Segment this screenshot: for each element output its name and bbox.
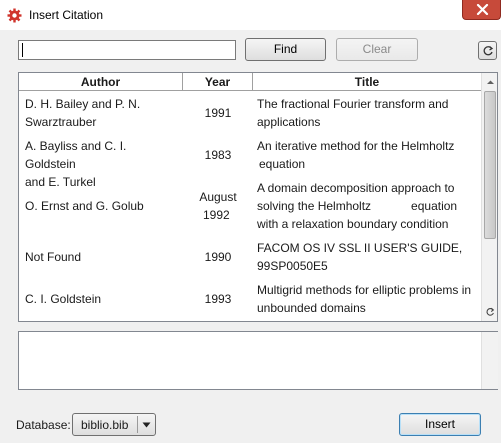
select-divider xyxy=(137,416,138,433)
author-cell: C. I. Goldstein xyxy=(25,290,180,308)
author-line: D. H. Bailey and P. N. xyxy=(25,97,141,111)
refresh-small-icon xyxy=(486,307,495,316)
author-line: C. I. Goldstein xyxy=(25,292,102,306)
table-scrollbar[interactable] xyxy=(481,73,497,321)
table-row[interactable]: D. H. Bailey and P. N. Swarztrauber 1991… xyxy=(19,94,481,132)
year-line: 1993 xyxy=(204,292,232,306)
title-bar: Insert Citation xyxy=(0,0,501,30)
author-line: Swarztrauber xyxy=(25,115,97,129)
scroll-thumb[interactable] xyxy=(484,91,496,239)
year-line: 1991 xyxy=(204,106,232,120)
author-cell: Not Found xyxy=(25,248,180,266)
citation-details-box[interactable] xyxy=(18,331,498,390)
title-line: FACOM OS IV SSL II USER'S GUIDE, xyxy=(257,241,463,255)
text-caret xyxy=(22,43,23,57)
year-line: 1983 xyxy=(204,148,232,162)
title-line: equation xyxy=(259,157,306,171)
table-row[interactable]: O. Ernst and G. Golub August 1992 A doma… xyxy=(19,178,481,234)
year-cell: 1983 xyxy=(185,146,251,164)
author-cell: D. H. Bailey and P. N. Swarztrauber xyxy=(25,95,180,131)
year-line: August xyxy=(199,190,237,204)
year-line: 1992 xyxy=(203,208,230,222)
table-row[interactable]: Not Found 1990 FACOM OS IV SSL II USER'S… xyxy=(19,238,481,276)
title-line: 99SP0050E5 xyxy=(257,259,328,273)
title-line: A domain decomposition approach to xyxy=(257,181,455,195)
database-select[interactable]: biblio.bib xyxy=(72,413,156,436)
scroll-up-icon[interactable] xyxy=(486,78,495,87)
database-label: Database: xyxy=(16,418,71,432)
app-gear-icon xyxy=(7,8,22,23)
title-cell: Multigrid methods for elliptic problems … xyxy=(257,281,479,317)
insert-button[interactable]: Insert xyxy=(399,413,481,436)
year-line: 1990 xyxy=(204,250,232,264)
author-line: O. Ernst and G. Golub xyxy=(25,199,144,213)
search-input[interactable] xyxy=(18,40,236,60)
title-line: An iterative method for the Helmholtz xyxy=(257,139,455,153)
title-cell: A domain decomposition approach to solvi… xyxy=(257,179,479,233)
year-cell: 1993 xyxy=(185,290,251,308)
chevron-down-icon xyxy=(142,422,151,428)
window-title: Insert Citation xyxy=(29,8,104,22)
title-line: solving the Helmholtz equation xyxy=(257,199,458,213)
clear-button[interactable]: Clear xyxy=(336,38,418,61)
title-cell: FACOM OS IV SSL II USER'S GUIDE, 99SP005… xyxy=(257,239,479,275)
column-header-title[interactable]: Title xyxy=(253,73,481,91)
refresh-icon xyxy=(483,45,494,56)
year-cell: 1990 xyxy=(185,248,251,266)
table-refresh-corner[interactable] xyxy=(482,303,497,321)
author-line: Not Found xyxy=(25,250,82,264)
column-header-author[interactable]: Author xyxy=(19,73,183,91)
close-icon xyxy=(476,4,489,15)
title-line: The fractional Fourier transform and xyxy=(257,97,449,111)
table-row[interactable]: C. I. Goldstein 1993 Multigrid methods f… xyxy=(19,280,481,318)
title-cell: An iterative method for the Helmholtz eq… xyxy=(257,137,479,173)
column-header-year[interactable]: Year xyxy=(183,73,253,91)
year-cell: 1991 xyxy=(185,104,251,122)
title-line: Multigrid methods for elliptic problems … xyxy=(257,283,472,297)
table-row[interactable]: A. Bayliss and C. I. Goldstein and E. Tu… xyxy=(19,136,481,189)
title-line: applications xyxy=(257,115,321,129)
find-button[interactable]: Find xyxy=(245,38,326,61)
refresh-button[interactable] xyxy=(478,41,497,60)
title-line: with a relaxation boundary condition xyxy=(257,217,449,231)
title-cell: The fractional Fourier transform and app… xyxy=(257,95,479,131)
author-line: A. Bayliss and C. I. Goldstein xyxy=(25,139,127,171)
year-cell: August 1992 xyxy=(185,188,251,224)
title-line: unbounded domains xyxy=(257,301,366,315)
citation-table: Author Year Title D. H. Bailey and P. N.… xyxy=(18,72,498,322)
database-value: biblio.bib xyxy=(81,418,129,432)
author-cell: O. Ernst and G. Golub xyxy=(25,197,180,215)
details-scrollbar[interactable] xyxy=(481,332,498,389)
table-header: Author Year Title xyxy=(19,73,481,91)
close-button[interactable] xyxy=(462,0,501,20)
